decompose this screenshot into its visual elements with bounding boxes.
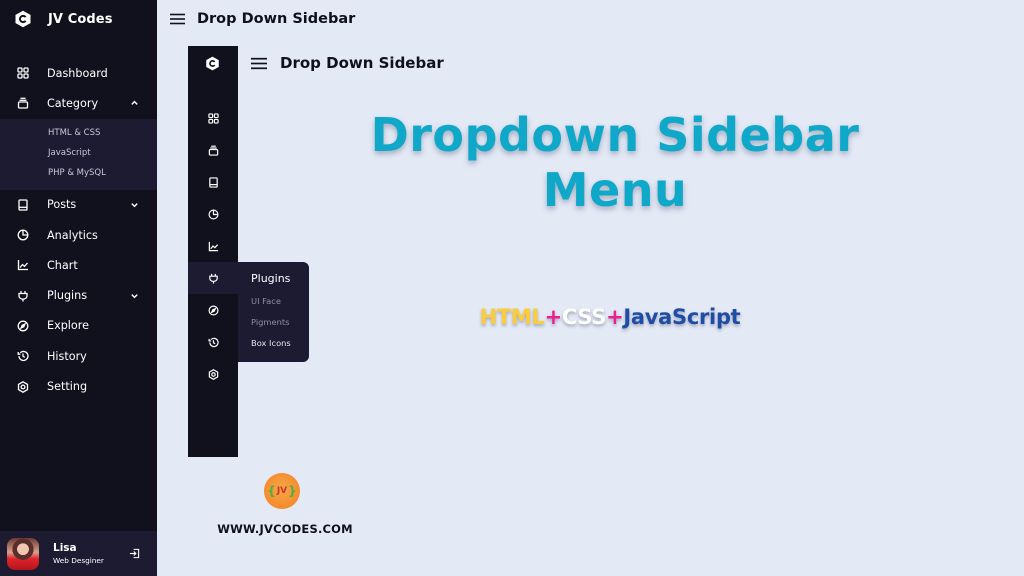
plug-icon (17, 290, 29, 302)
mini-item-dashboard[interactable] (188, 102, 238, 134)
plugins-flyout-menu: Plugins UI Face Pigments Box Icons (238, 262, 309, 362)
line-chart-icon (208, 241, 218, 251)
badge-text: JV (276, 486, 288, 496)
profile-text: Lisa Web Desginer (53, 542, 104, 565)
sidebar-item-label: History (47, 349, 87, 363)
line-chart-icon (17, 259, 29, 271)
website-url: WWW.JVCODES.COM (217, 522, 353, 536)
sidebar: JV Codes Dashboard Category HTML & CSS J… (0, 0, 157, 576)
mini-item-analytics[interactable] (188, 198, 238, 230)
sidebar-item-label: Dashboard (47, 66, 108, 80)
jvcodes-badge-icon: {JV} (264, 473, 300, 509)
sidebar-item-label: Plugins (47, 289, 88, 303)
sidebar-item-setting[interactable]: Setting (0, 371, 157, 401)
tech-plus: + (544, 305, 563, 329)
menu-icon[interactable] (170, 13, 185, 25)
sidebar-item-label: Chart (47, 258, 78, 272)
hero-line-1: Dropdown Sidebar (370, 108, 860, 162)
mini-item-chart[interactable] (188, 230, 238, 262)
home-header: Drop Down Sidebar (170, 9, 355, 29)
mini-item-posts[interactable] (188, 166, 238, 198)
tech-css: CSS (561, 305, 607, 329)
hero-line-2: Menu (542, 163, 688, 217)
sidebar-group-category: Category HTML & CSS JavaScript PHP & MyS… (0, 88, 157, 190)
flyout-title[interactable]: Plugins (251, 272, 309, 291)
book-icon (208, 176, 218, 188)
flyout-item[interactable]: UI Face (251, 291, 309, 312)
category-submenu: HTML & CSS JavaScript PHP & MySQL (0, 118, 157, 190)
collapsed-sidebar-preview (188, 46, 238, 457)
sidebar-item-plugins[interactable]: Plugins (0, 280, 157, 310)
sidebar-item-label: Setting (47, 380, 88, 394)
preview-header: Drop Down Sidebar (251, 53, 444, 73)
submenu-item[interactable]: PHP & MySQL (48, 163, 157, 183)
avatar[interactable] (7, 537, 39, 570)
sidebar-item-analytics[interactable]: Analytics (0, 220, 157, 250)
grid-icon (207, 112, 219, 124)
sidebar-item-label: Analytics (47, 228, 98, 242)
mini-item-plugins[interactable] (188, 262, 238, 294)
book-icon (17, 199, 29, 211)
tech-js: JavaScript (623, 305, 741, 329)
flyout-item[interactable]: Box Icons (251, 333, 309, 354)
mini-item-setting[interactable] (188, 358, 238, 390)
history-icon (17, 350, 29, 362)
sidebar-item-label: Posts (47, 198, 77, 212)
compass-icon (17, 320, 29, 332)
pie-chart-icon (17, 229, 29, 241)
logout-icon[interactable] (129, 548, 140, 559)
compass-icon (208, 305, 218, 315)
profile-details: Lisa Web Desginer (0, 531, 157, 576)
sidebar-item-label: Category (47, 96, 99, 110)
profile-job: Web Desginer (53, 556, 104, 565)
mini-item-history[interactable] (188, 326, 238, 358)
sidebar-item-history[interactable]: History (0, 341, 157, 371)
logo-icon[interactable] (205, 56, 220, 71)
mini-item-explore[interactable] (188, 294, 238, 326)
chevron-up-icon[interactable] (130, 99, 139, 108)
profile-name: Lisa (53, 542, 77, 554)
sidebar-item-label: Explore (47, 319, 89, 333)
grid-icon (17, 67, 29, 79)
history-icon (208, 337, 219, 347)
cog-icon (208, 368, 218, 380)
tech-html: HTML (479, 305, 545, 329)
logo-icon (15, 10, 31, 28)
brace-left: { (267, 484, 276, 498)
plug-icon (208, 273, 218, 284)
tech-stack: HTML+CSS+JavaScript (460, 305, 760, 329)
sidebar-item-category[interactable]: Category (0, 88, 157, 119)
collection-icon (17, 97, 29, 110)
hero-title: Dropdown Sidebar Menu (330, 108, 900, 218)
mini-item-category[interactable] (188, 134, 238, 166)
menu-icon[interactable] (251, 57, 267, 70)
sidebar-nav: Dashboard Category HTML & CSS JavaScript… (0, 58, 157, 402)
sidebar-item-chart[interactable]: Chart (0, 250, 157, 280)
cog-icon (17, 380, 29, 393)
submenu-item[interactable]: JavaScript (48, 143, 157, 163)
sidebar-item-dashboard[interactable]: Dashboard (0, 58, 157, 88)
collection-icon (208, 145, 218, 156)
page-title: Drop Down Sidebar (197, 11, 356, 27)
submenu-item[interactable]: HTML & CSS (48, 123, 157, 143)
chevron-down-icon[interactable] (130, 291, 139, 300)
brand-name: JV Codes (48, 11, 113, 27)
preview-title: Drop Down Sidebar (280, 54, 444, 72)
chevron-down-icon[interactable] (130, 200, 139, 209)
tech-plus: + (606, 305, 624, 329)
sidebar-item-posts[interactable]: Posts (0, 190, 157, 220)
brace-right: } (288, 484, 297, 498)
sidebar-logo[interactable]: JV Codes (14, 9, 113, 29)
flyout-item[interactable]: Pigments (251, 312, 309, 333)
pie-chart-icon (208, 209, 218, 219)
sidebar-item-explore[interactable]: Explore (0, 311, 157, 341)
